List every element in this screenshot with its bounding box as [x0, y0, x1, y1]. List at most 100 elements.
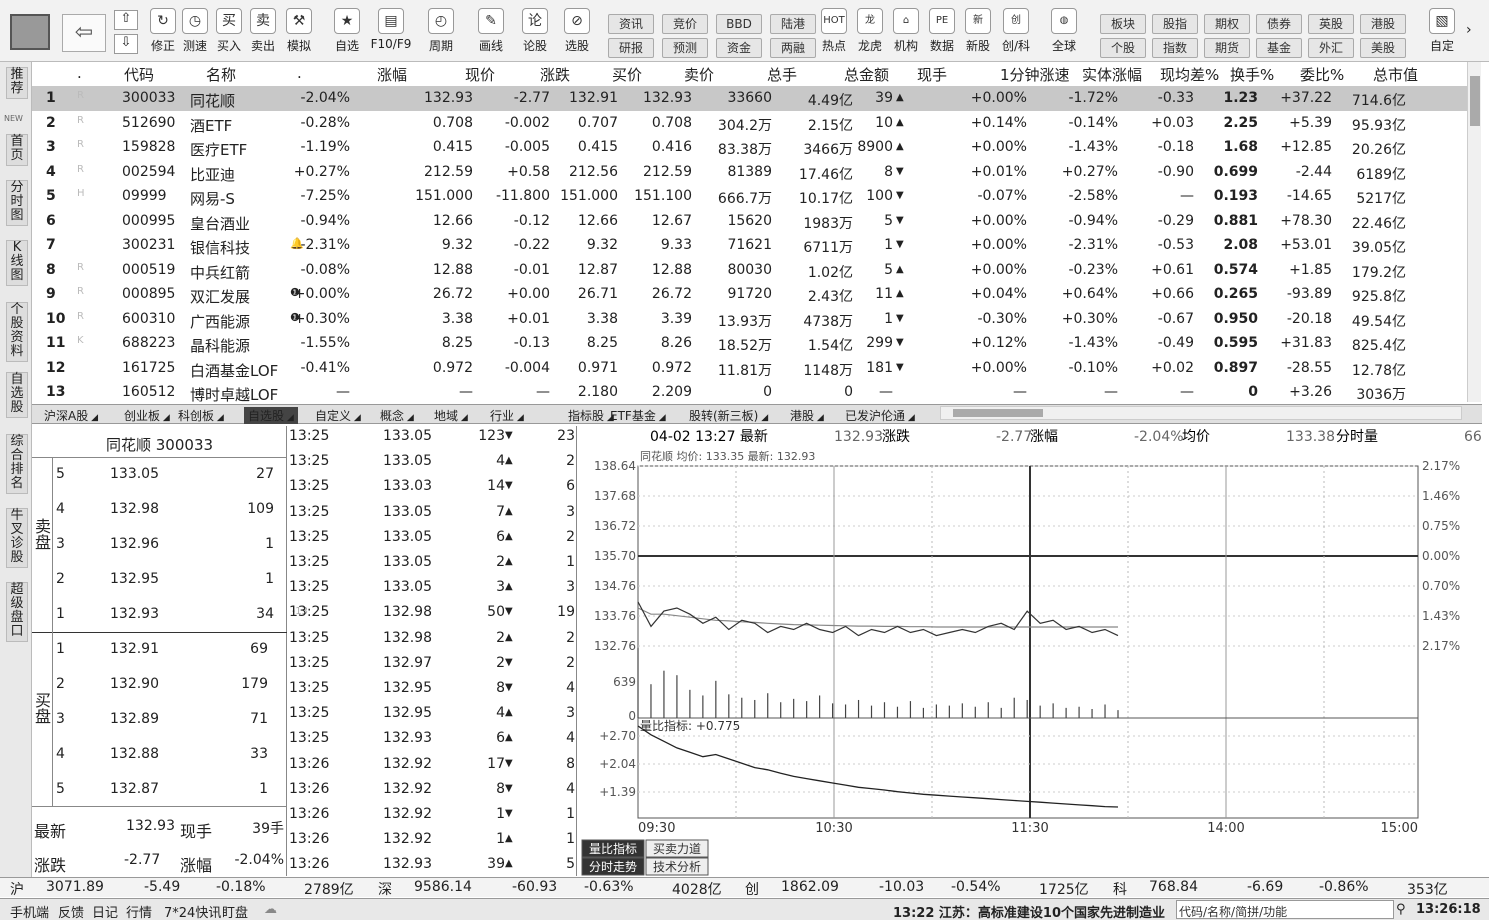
table-row[interactable]: 10 R 600310 广西能源 +0.30% 3.38 +0.01 3.38 3.39 13.9… — [32, 307, 1467, 332]
tab-9[interactable]: ETF基金 ◢ — [610, 407, 666, 424]
col-header[interactable]: 总手 — [767, 64, 797, 85]
toolbar-button-2[interactable]: 买买入 — [212, 6, 246, 60]
toolbar-button2-1[interactable]: 龙龙虎 — [852, 6, 888, 60]
tab-4[interactable]: 自定义 ◢ — [315, 407, 361, 424]
layout-logo-icon[interactable] — [10, 14, 50, 50]
horizontal-scrollbar[interactable] — [940, 406, 1462, 420]
quick-button[interactable]: 资讯 — [608, 14, 654, 34]
quick-button[interactable]: 陆港 — [770, 14, 816, 34]
toolbar-button-9[interactable]: 论论股 — [514, 6, 556, 60]
toolbar-button-6[interactable]: ▤ F10/F9 — [370, 6, 412, 60]
market-button[interactable]: 美股 — [1360, 38, 1406, 58]
table-row[interactable]: 6 000995 皇台酒业 -0.94% 12.66 -0.12 12.66 12.67 156… — [32, 209, 1467, 234]
footer-item[interactable]: 手机端 — [10, 902, 49, 920]
market-button[interactable]: 期货 — [1204, 38, 1250, 58]
toolbar-more-icon[interactable]: › — [1466, 22, 1472, 38]
col-header[interactable]: 实体涨幅 — [1082, 64, 1142, 85]
col-header[interactable]: 总金额 — [844, 64, 889, 85]
footer-item[interactable]: 日记 — [92, 902, 118, 920]
market-button[interactable]: 板块 — [1100, 14, 1146, 34]
bid-level[interactable]: 5 132.87 1 — [54, 777, 304, 805]
quick-button[interactable]: 竞价 — [662, 14, 708, 34]
col-header[interactable]: 代码 — [124, 64, 154, 85]
tab-6[interactable]: 地域 ◢ — [434, 407, 468, 424]
footer-icon[interactable]: ☁ — [264, 902, 277, 917]
col-header[interactable]: 现价 — [465, 64, 495, 85]
market-button[interactable]: 个股 — [1100, 38, 1146, 58]
custom-button[interactable]: ▧ 自定 — [1420, 6, 1464, 60]
quick-button[interactable]: 研报 — [608, 38, 654, 58]
tab-10[interactable]: 股转(新三板) ◢ — [689, 407, 768, 424]
col-header[interactable]: 涨跌 — [540, 64, 570, 85]
table-row[interactable]: 1 R 300033 同花顺 -2.04% 132.93 -2.77 132.91 132.93… — [32, 86, 1467, 111]
notice-icon[interactable]: ❶ — [290, 286, 300, 299]
toolbar-button-8[interactable]: ✎ 画线 — [470, 6, 512, 60]
quick-button[interactable]: 资金 — [716, 38, 762, 58]
index-market[interactable]: 科 — [1113, 879, 1127, 899]
notice-icon[interactable]: ❶ — [290, 311, 300, 324]
search-input[interactable]: 代码/名称/简拼/功能 — [1176, 900, 1394, 919]
index-market[interactable]: 沪 — [10, 879, 24, 899]
table-row[interactable]: 11 K 688223 晶科能源 -1.55% 8.25 -0.13 8.25 8.26 18.5… — [32, 331, 1467, 356]
tab-5[interactable]: 概念 ◢ — [380, 407, 414, 424]
toolbar-button2-3[interactable]: PE 数据 — [924, 6, 960, 60]
footer-item[interactable]: 盯盘 — [222, 902, 248, 920]
ask-level[interactable]: 2 132.95 1 — [54, 567, 304, 595]
market-button[interactable]: 期权 — [1204, 14, 1250, 34]
bid-level[interactable]: 3 132.89 71 — [54, 707, 304, 735]
back-arrow-icon[interactable]: ⇦ — [62, 14, 106, 52]
market-button[interactable]: 指数 — [1152, 38, 1198, 58]
col-header[interactable]: 涨幅 — [377, 64, 407, 85]
table-row[interactable]: 12 161725 白酒基金LOF -0.41% 0.972 -0.004 0.971 0.9… — [32, 356, 1467, 381]
hscroll-thumb[interactable] — [953, 409, 1043, 417]
toolbar-button-5[interactable]: ★ 自选 — [326, 6, 368, 60]
table-row[interactable]: 13 160512 博时卓越LOF — — — 2.180 2.209 0 0 — — — — 0 +3.26… — [32, 380, 1467, 405]
table-row[interactable]: 3 R 159828 医疗ETF -1.19% 0.415 -0.005 0.415 0.416… — [32, 135, 1467, 160]
sidebar-item-3[interactable]: K线图 — [6, 240, 28, 286]
sidebar-item-5[interactable]: 自选股 — [6, 372, 28, 418]
search-icon[interactable]: ⚲ — [1396, 902, 1406, 917]
sidebar-item-6[interactable]: 综合排名 — [6, 434, 28, 494]
sidebar-item-8[interactable]: 超级盘口 — [6, 582, 28, 642]
ask-level[interactable]: 4 132.98 109 — [54, 497, 304, 525]
up-arrow-icon[interactable]: ⇧ — [114, 10, 138, 30]
index-market[interactable]: 创 — [745, 879, 759, 899]
table-row[interactable]: 4 R 002594 比亚迪 +0.27% 212.59 +0.58 212.56 212.59… — [32, 160, 1467, 185]
sidebar-item-7[interactable]: 牛叉诊股 — [6, 508, 28, 568]
footer-item[interactable]: 反馈 — [58, 902, 84, 920]
col-header[interactable]: 现均差% — [1160, 64, 1219, 85]
market-button[interactable]: 股指 — [1152, 14, 1198, 34]
col-header[interactable]: 委比% — [1300, 64, 1344, 85]
down-arrow-icon[interactable]: ⇩ — [114, 34, 138, 54]
table-row[interactable]: 7 300231 银信科技 -2.31% 9.32 -0.22 9.32 9.33 71621 6… — [32, 233, 1467, 258]
toolbar-button2-0[interactable]: HOT 热点 — [816, 6, 852, 60]
scrollbar-thumb[interactable] — [1470, 76, 1480, 126]
footer-item[interactable]: 行情 — [126, 902, 152, 920]
sidebar-item-2[interactable]: 分时图 — [6, 180, 28, 226]
toolbar-button2-4[interactable]: 新新股 — [960, 6, 996, 60]
news-ticker[interactable]: 13:22 江苏：高标准建设10个国家先进制造业 — [893, 902, 1165, 920]
bid-level[interactable]: 2 132.90 179 — [54, 672, 304, 700]
sidebar-item-0[interactable]: 推荐 — [6, 67, 28, 99]
col-header[interactable]: 总市值 — [1373, 64, 1418, 85]
toolbar-button-3[interactable]: 卖卖出 — [246, 6, 280, 60]
market-button[interactable]: 港股 — [1360, 14, 1406, 34]
col-header[interactable]: 1分钟涨速 — [1000, 64, 1070, 85]
ask-level[interactable]: 5 133.05 27 — [54, 462, 304, 490]
quote-table-scrollbar[interactable] — [1467, 62, 1481, 402]
col-header[interactable]: 现手 — [917, 64, 947, 85]
toolbar-button-4[interactable]: ⚒ 模拟 — [282, 6, 316, 60]
ask-level[interactable]: 1 132.93 34 -13 — [54, 602, 308, 630]
tab-0[interactable]: 沪深A股 ◢ — [44, 407, 98, 424]
bid-level[interactable]: 1 132.91 69 — [54, 637, 304, 665]
market-button[interactable]: 债券 — [1256, 14, 1302, 34]
col-header[interactable]: 卖价 — [684, 64, 714, 85]
tab-3[interactable]: 自选股 ◢ — [244, 407, 298, 424]
market-button[interactable]: 外汇 — [1308, 38, 1354, 58]
index-market[interactable]: 深 — [378, 879, 392, 899]
toolbar-button-7[interactable]: ◴ 周期 — [420, 6, 462, 60]
footer-item[interactable]: 7*24快讯 — [164, 902, 221, 920]
tab-7[interactable]: 行业 ◢ — [490, 407, 524, 424]
tab-2[interactable]: 科创板 ◢ — [178, 407, 224, 424]
table-row[interactable]: 5 H 09999 网易-S -7.25% 151.000 -11.800 151.000 15… — [32, 184, 1467, 209]
